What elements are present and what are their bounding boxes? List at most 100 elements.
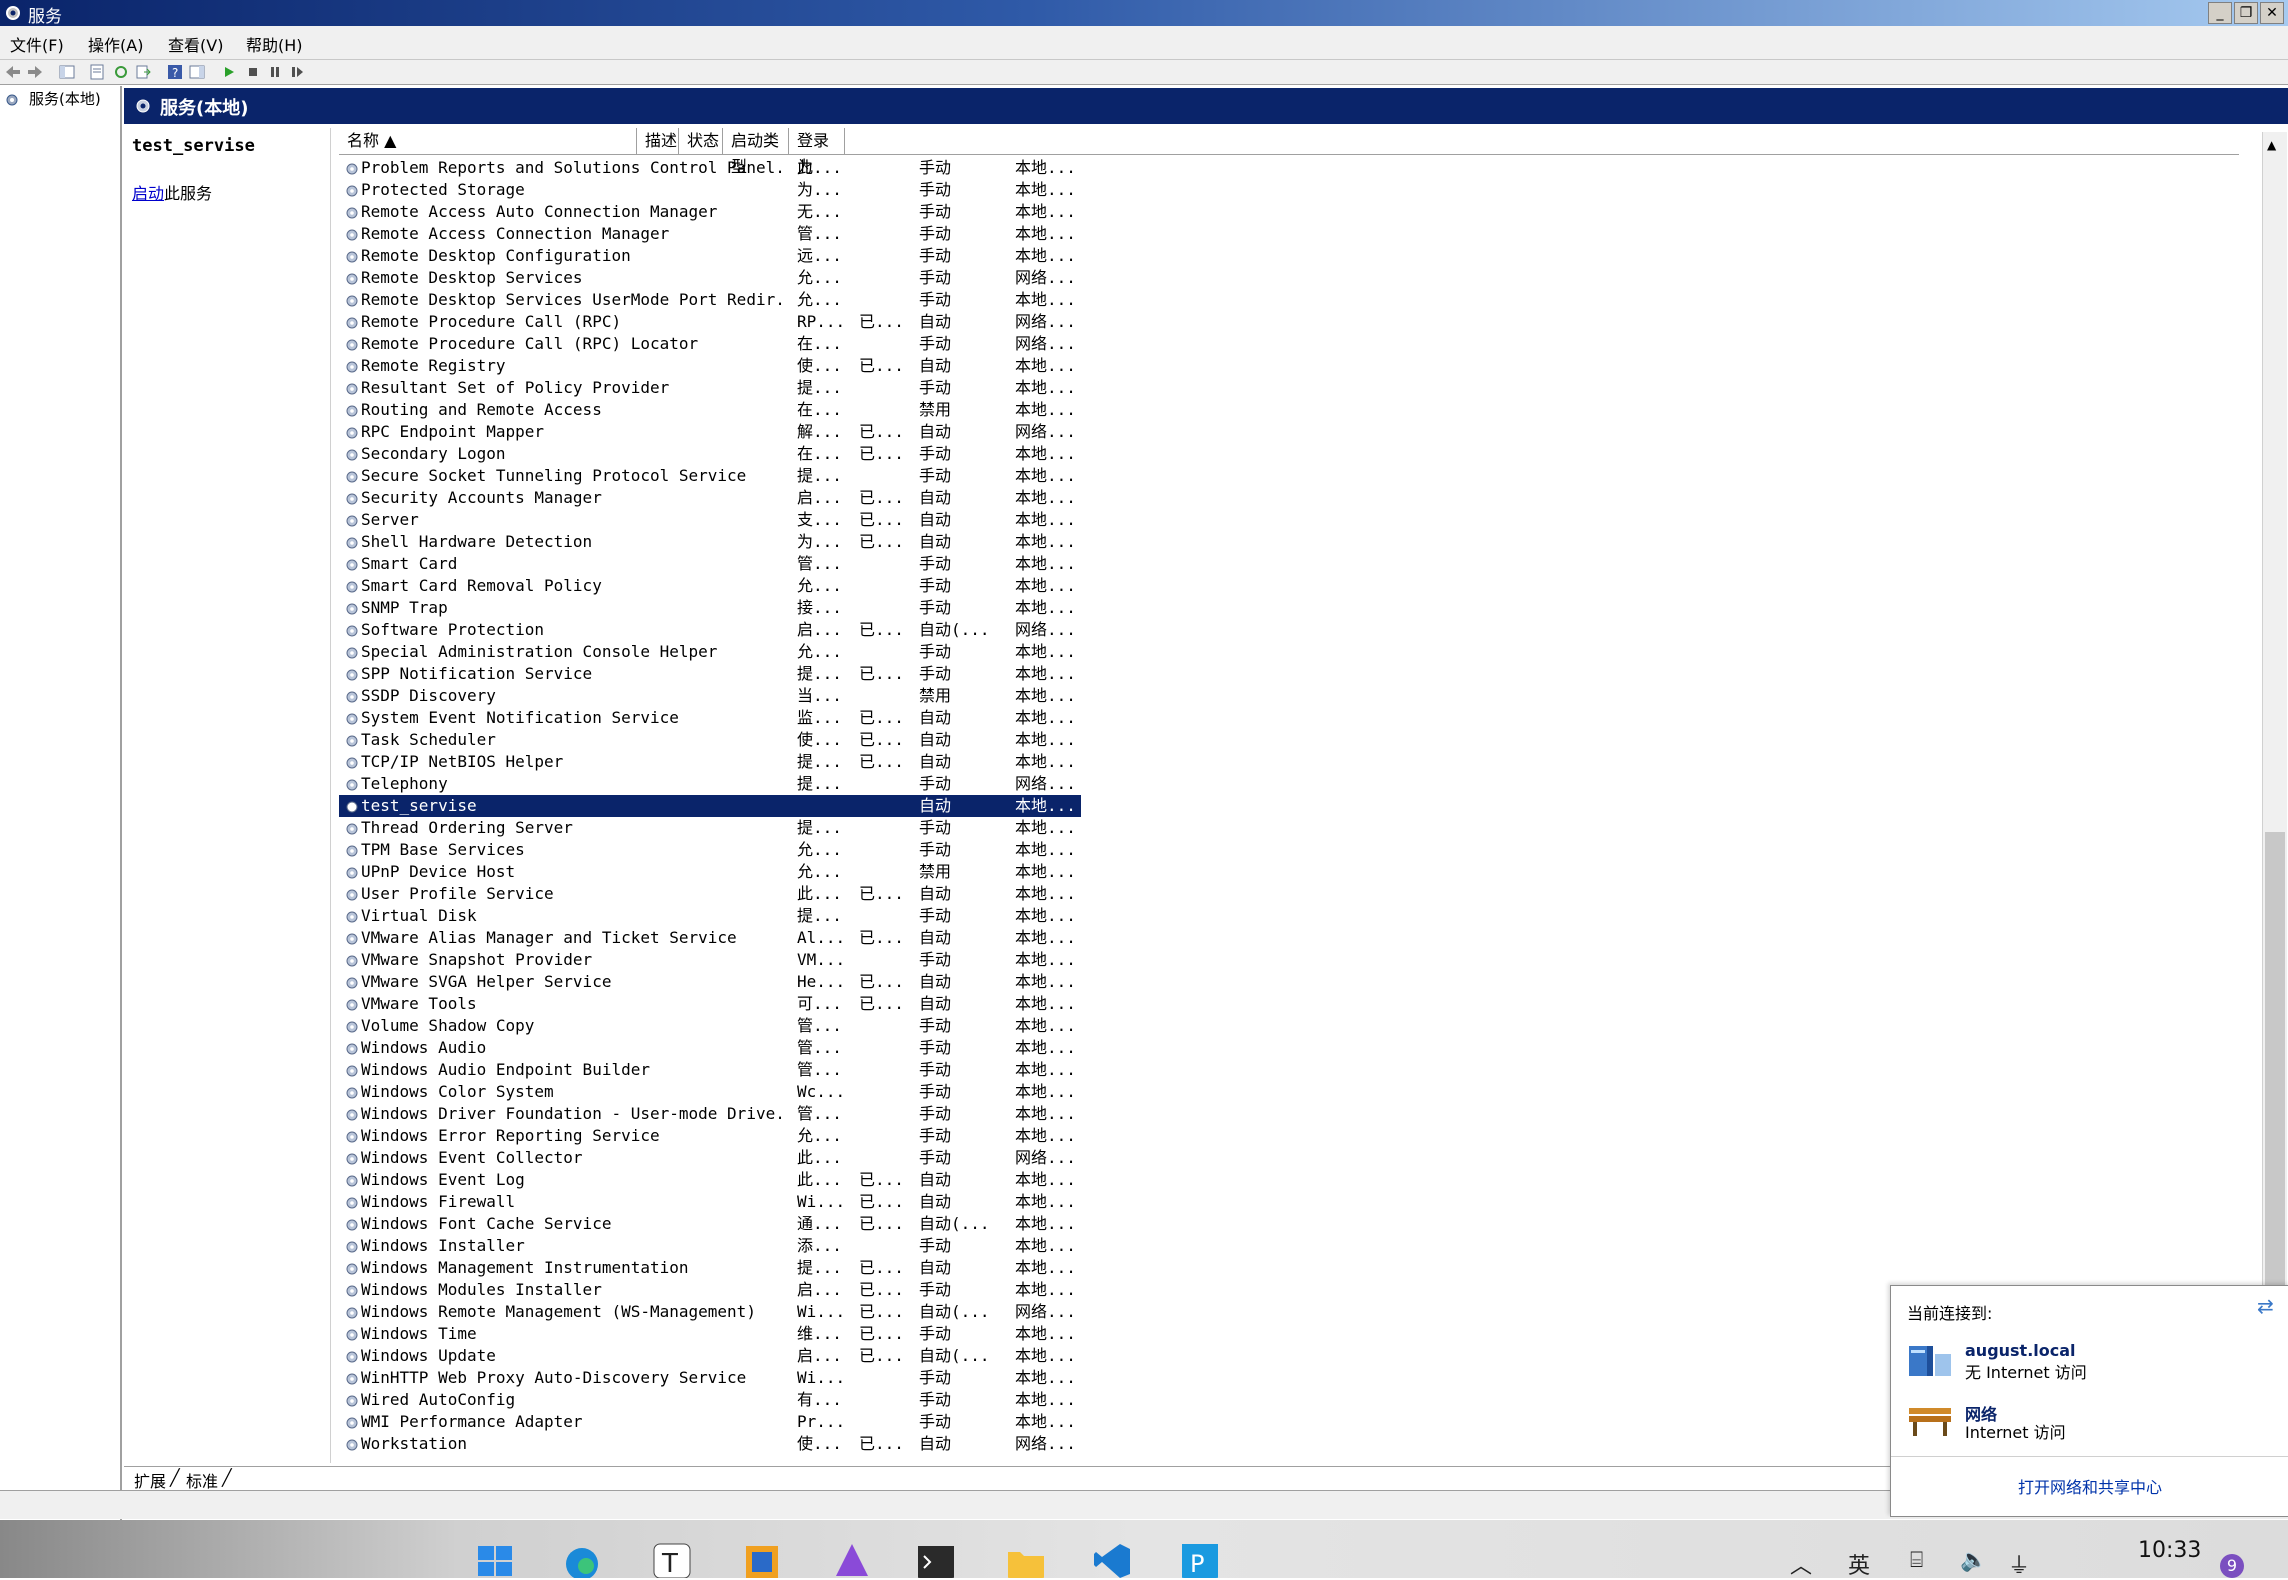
table-row[interactable]: Secondary Logon 在... 已... 手动 本地... [339,443,2239,465]
export-list-icon[interactable] [134,63,152,81]
show-hidden-icons-chevron-icon[interactable]: ︿ [1790,1548,1812,1580]
vscode-icon[interactable] [1090,1540,1134,1578]
table-row[interactable]: RPC Endpoint Mapper 解... 已... 自动 网络... [339,421,2239,443]
clock[interactable]: 10:33 [2138,1538,2201,1563]
column-header-name[interactable]: 名称 ▲ [339,128,637,154]
tab-extended[interactable]: 扩展 [134,1468,166,1492]
tab-standard[interactable]: 标准 [186,1468,218,1492]
table-row[interactable]: Remote Desktop Services 允... 手动 网络... [339,267,2239,289]
scroll-up-arrow-icon[interactable]: ▲ [2267,138,2276,152]
table-row[interactable]: SPP Notification Service 提... 已... 手动 本地... [339,663,2239,685]
table-row[interactable]: Software Protection 启... 已... 自动(... 网络... [339,619,2239,641]
table-row[interactable]: Smart Card Removal Policy 允... 手动 本地... [339,575,2239,597]
table-row[interactable]: Remote Desktop Configuration 远... 手动 本地... [339,245,2239,267]
refresh-icon[interactable]: ⇄ [2257,1294,2274,1318]
table-row[interactable]: Windows Font Cache Service 通... 已... 自动(...… [339,1213,2239,1235]
typora-icon[interactable]: T [650,1540,694,1578]
table-row[interactable]: Windows Firewall Wi... 已... 自动 本地... [339,1191,2239,1213]
table-row[interactable]: Windows Driver Foundation - User-mode Dr… [339,1103,2239,1125]
table-row[interactable]: test_servise 自动 本地... [339,795,1081,817]
table-row[interactable]: Shell Hardware Detection 为... 已... 自动 本地... [339,531,2239,553]
table-row[interactable]: Security Accounts Manager 启... 已... 自动 本地... [339,487,2239,509]
tree-item-services-local[interactable]: 服务(本地) [4,88,101,108]
start-service-icon[interactable] [220,63,238,81]
table-row[interactable]: Remote Procedure Call (RPC) Locator 在... 手… [339,333,2239,355]
table-row[interactable]: VMware Alias Manager and Ticket Service A… [339,927,2239,949]
properties-sheet-icon[interactable] [88,63,106,81]
table-row[interactable]: Smart Card 管... 手动 本地... [339,553,2239,575]
table-row[interactable]: Server 支... 已... 自动 本地... [339,509,2239,531]
notification-badge[interactable]: 9 [2220,1554,2244,1578]
table-row[interactable]: Task Scheduler 使... 已... 自动 本地... [339,729,2239,751]
table-row[interactable]: Special Administration Console Helper 允..… [339,641,2239,663]
show-hide-console-tree-icon[interactable] [58,63,76,81]
vmware-icon[interactable] [740,1540,784,1578]
table-row[interactable]: Remote Access Auto Connection Manager 无..… [339,201,2239,223]
table-row[interactable]: Windows Management Instrumentation 提... 已.… [339,1257,2239,1279]
table-row[interactable]: Resultant Set of Policy Provider 提... 手动 本地… [339,377,2239,399]
start-windows-icon[interactable] [474,1540,518,1578]
menu-help[interactable]: 帮助(H) [246,32,303,56]
table-row[interactable]: Protected Storage 为... 手动 本地... [339,179,2239,201]
column-header-log-on-as[interactable]: 登录为 [789,128,845,176]
table-row[interactable]: Virtual Disk 提... 手动 本地... [339,905,2239,927]
restart-service-icon[interactable] [288,63,306,81]
table-row[interactable]: Secure Socket Tunneling Protocol Service… [339,465,2239,487]
network-tray-icon[interactable]: ⌸ [1910,1548,1923,1573]
table-row[interactable]: Windows Error Reporting Service 允... 手动 本地.… [339,1125,2239,1147]
table-row[interactable]: Thread Ordering Server 提... 手动 本地... [339,817,2239,839]
power-plug-icon[interactable]: ⏚ [2008,1548,2030,1580]
column-header-startup-type[interactable]: 启动类型 [723,128,789,176]
table-row[interactable]: TCP/IP NetBIOS Helper 提... 已... 自动 本地... [339,751,2239,773]
table-row[interactable]: VMware SVGA Helper Service He... 已... 自动 本地.… [339,971,2239,993]
minimize-button[interactable]: _ [2208,2,2232,24]
purple-app-icon[interactable] [830,1540,874,1578]
volume-icon[interactable]: 🔈 [1960,1548,1987,1573]
table-row[interactable]: Remote Registry 使... 已... 自动 本地... [339,355,2239,377]
table-row[interactable]: Volume Shadow Copy 管... 手动 本地... [339,1015,2239,1037]
close-button[interactable]: ✕ [2260,2,2284,24]
file-explorer-icon[interactable] [1004,1540,1048,1578]
table-row[interactable]: Remote Procedure Call (RPC) RP... 已... 自动 网络… [339,311,2239,333]
ime-indicator[interactable]: 英 [1848,1548,1870,1580]
table-row[interactable]: VMware Tools 可... 已... 自动 本地... [339,993,2239,1015]
table-row[interactable]: SSDP Discovery 当... 禁用 本地... [339,685,2239,707]
help-icon[interactable]: ? [166,63,184,81]
menu-view[interactable]: 查看(V) [168,32,223,56]
table-row[interactable]: Remote Access Connection Manager 管... 手动 本地… [339,223,2239,245]
vertical-scrollbar[interactable]: ▲ [2262,132,2287,1463]
table-row[interactable]: Windows Audio 管... 手动 本地... [339,1037,2239,1059]
start-service-link[interactable]: 启动 [132,184,164,203]
menu-action[interactable]: 操作(A) [88,32,143,56]
table-row[interactable]: TPM Base Services 允... 手动 本地... [339,839,2239,861]
forward-arrow-icon[interactable] [26,63,44,81]
pause-service-icon[interactable] [266,63,284,81]
table-row[interactable]: Telephony 提... 手动 网络... [339,773,2239,795]
edge-browser-icon[interactable] [560,1540,604,1578]
column-header-description[interactable]: 描述 [637,128,679,154]
table-row[interactable]: Windows Color System Wc... 手动 本地... [339,1081,2239,1103]
table-row[interactable]: System Event Notification Service 监... 已..… [339,707,2239,729]
table-row[interactable]: SNMP Trap 接... 手动 本地... [339,597,2239,619]
table-row[interactable]: Routing and Remote Access 在... 禁用 本地... [339,399,2239,421]
refresh-icon[interactable] [112,63,130,81]
network-1-name[interactable]: august.local [1965,1341,2076,1360]
table-row[interactable]: Windows Event Collector 此... 手动 网络... [339,1147,2239,1169]
table-row[interactable]: Problem Reports and Solutions Control Pa… [339,157,2239,179]
table-row[interactable]: Windows Event Log 此... 已... 自动 本地... [339,1169,2239,1191]
column-header-status[interactable]: 状态 [679,128,723,154]
stop-service-icon[interactable] [244,63,262,81]
restore-button[interactable]: ❐ [2234,2,2258,24]
open-network-sharing-center-link[interactable]: 打开网络和共享中心 [1891,1474,2288,1498]
table-row[interactable]: Remote Desktop Services UserMode Port Re… [339,289,2239,311]
menu-file[interactable]: 文件(F) [10,32,64,56]
back-arrow-icon[interactable] [4,63,22,81]
table-row[interactable]: Windows Audio Endpoint Builder 管... 手动 本地..… [339,1059,2239,1081]
show-action-pane-icon[interactable] [188,63,206,81]
terminal-icon[interactable] [914,1540,958,1578]
table-row[interactable]: User Profile Service 此... 已... 自动 本地... [339,883,2239,905]
table-row[interactable]: UPnP Device Host 允... 禁用 本地... [339,861,2239,883]
pycharm-icon[interactable]: P [1178,1540,1222,1578]
table-row[interactable]: VMware Snapshot Provider VM... 手动 本地... [339,949,2239,971]
table-row[interactable]: Windows Installer 添... 手动 本地... [339,1235,2239,1257]
